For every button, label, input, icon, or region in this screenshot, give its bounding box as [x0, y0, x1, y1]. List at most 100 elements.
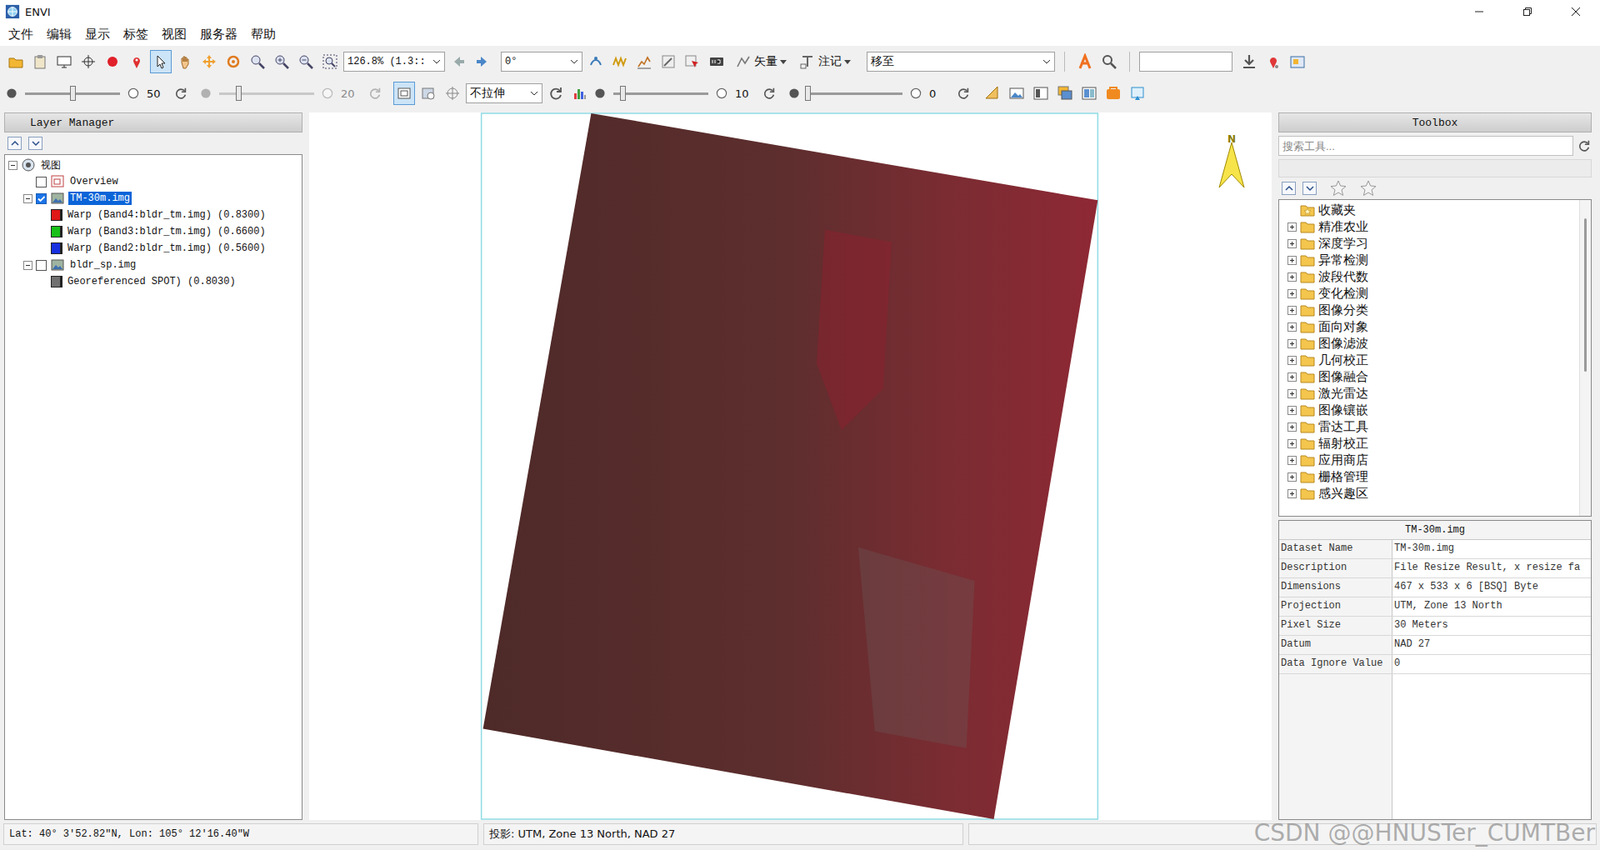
display-tool-button[interactable] — [1005, 81, 1028, 105]
view-tool-button[interactable] — [393, 81, 415, 105]
layer-item[interactable]: TM-30m.img — [5, 190, 302, 207]
rotation-combo[interactable]: 0° — [500, 51, 583, 72]
zoom-combo[interactable]: 126.8% (1.3:: — [343, 51, 445, 72]
tool-button[interactable] — [1286, 50, 1309, 74]
star-icon[interactable] — [1360, 180, 1377, 197]
tool-button[interactable] — [246, 50, 269, 74]
layer-item[interactable]: bldr_sp.img — [5, 256, 302, 274]
expand-toggle[interactable] — [1287, 389, 1297, 399]
toolbox-folder[interactable]: 图像镶嵌 — [1287, 401, 1580, 419]
tool-button[interactable] — [1262, 50, 1285, 74]
close-button[interactable] — [1551, 0, 1600, 24]
toolbox-search[interactable] — [1278, 135, 1574, 156]
scroll-thumb[interactable] — [1584, 218, 1587, 372]
expand-toggle[interactable] — [1287, 372, 1297, 382]
slider[interactable] — [219, 92, 315, 95]
history-button[interactable] — [471, 50, 494, 74]
toolbox-folder[interactable]: 精准农业 — [1287, 218, 1580, 235]
layer-item[interactable]: 视图 — [5, 156, 302, 174]
tool-button[interactable] — [150, 50, 172, 74]
expand-toggle[interactable] — [1287, 455, 1297, 465]
expand-toggle[interactable] — [1287, 222, 1297, 232]
restore-button[interactable] — [1503, 0, 1552, 24]
display-tool-button[interactable] — [1054, 81, 1076, 105]
display-tool-button[interactable] — [981, 81, 1004, 105]
expand-toggle[interactable] — [1287, 305, 1297, 315]
toolbox-folder[interactable]: 应用商店 — [1287, 451, 1580, 469]
menu-item[interactable]: 编辑 — [40, 25, 79, 45]
layer-checkbox[interactable] — [35, 193, 47, 205]
layer-checkbox[interactable] — [35, 176, 47, 188]
tool-button[interactable] — [29, 50, 51, 74]
expand-toggle[interactable] — [1287, 339, 1297, 349]
star-icon[interactable] — [1330, 180, 1347, 197]
history-button[interactable] — [447, 50, 470, 74]
slider-thumb[interactable] — [620, 85, 626, 101]
layer-item[interactable]: Overview — [5, 173, 302, 190]
toolbox-folder[interactable]: 面向对象 — [1287, 318, 1580, 335]
tool-button[interactable] — [705, 50, 728, 74]
stretch-combo[interactable]: 不拉伸 — [465, 83, 543, 104]
slider-thumb[interactable] — [805, 85, 811, 101]
toolbox-folder[interactable]: 几何校正 — [1287, 351, 1580, 369]
menu-item[interactable]: 标签 — [116, 25, 155, 45]
toolbox-folder[interactable]: 图像滤波 — [1287, 335, 1580, 352]
expand-toggle[interactable] — [1287, 289, 1297, 299]
refresh-icon[interactable] — [173, 85, 189, 101]
display-tool-button[interactable] — [1078, 81, 1100, 105]
expand-toggle[interactable] — [23, 194, 33, 204]
tool-button[interactable] — [77, 50, 100, 74]
map-view[interactable]: N — [309, 112, 1272, 820]
expand-toggle[interactable] — [1287, 355, 1297, 365]
expand-button[interactable] — [1302, 181, 1317, 195]
tool-button[interactable] — [657, 50, 680, 74]
layer-item[interactable]: Georeferenced SPOT) (0.8030) — [5, 273, 302, 290]
toolbox-folder[interactable]: 变化检测 — [1287, 285, 1580, 302]
layer-checkbox[interactable] — [35, 260, 47, 271]
expand-toggle[interactable] — [1287, 489, 1297, 499]
tool-button[interactable] — [198, 50, 220, 74]
refresh-icon[interactable] — [367, 85, 383, 101]
display-tool-button[interactable] — [1102, 81, 1125, 105]
layer-item[interactable]: Warp (Band3:bldr_tm.img) (0.6600) — [5, 223, 302, 240]
tool-button[interactable] — [633, 50, 655, 74]
vector-dropdown[interactable]: 矢量 — [730, 53, 792, 70]
stretch-tool-button[interactable] — [569, 81, 591, 105]
stretch-tool-button[interactable] — [545, 81, 567, 105]
collapse-button[interactable] — [1281, 181, 1296, 195]
tool-button[interactable] — [681, 50, 704, 74]
tool-button[interactable] — [319, 50, 341, 74]
expand-toggle[interactable] — [1287, 422, 1297, 432]
toolbox-folder[interactable]: 激光雷达 — [1287, 385, 1580, 402]
toolbox-folder[interactable]: 异常检测 — [1287, 251, 1580, 269]
slider-value[interactable]: 0 — [927, 85, 951, 102]
toolbox-folder[interactable]: 辐射校正 — [1287, 435, 1580, 452]
annotation-dropdown[interactable]: 注记 — [794, 53, 856, 70]
toolbox-folder[interactable]: 波段代数 — [1287, 268, 1580, 285]
menu-item[interactable]: 文件 — [1, 25, 40, 45]
menu-item[interactable]: 服务器 — [193, 25, 245, 45]
tool-button[interactable] — [101, 50, 124, 74]
slider-thumb[interactable] — [235, 85, 242, 101]
expand-button[interactable] — [28, 136, 43, 150]
tool-button[interactable] — [1074, 50, 1096, 74]
slider[interactable] — [807, 92, 903, 95]
layer-item[interactable]: Warp (Band4:bldr_tm.img) (0.8300) — [5, 206, 302, 224]
view-tool-button[interactable] — [417, 81, 440, 105]
collapse-button[interactable] — [7, 136, 22, 150]
tool-button[interactable] — [585, 50, 607, 74]
tool-button[interactable] — [53, 50, 75, 74]
expand-toggle[interactable] — [1287, 439, 1297, 449]
expand-toggle[interactable] — [1287, 472, 1297, 482]
slider-thumb[interactable] — [70, 85, 76, 101]
expand-toggle[interactable] — [1287, 272, 1297, 282]
slider[interactable] — [613, 92, 709, 95]
slider-value[interactable]: 10 — [733, 85, 757, 102]
slider-value[interactable]: 50 — [145, 85, 169, 102]
tool-button[interactable] — [1238, 50, 1260, 74]
view-tool-button[interactable] — [441, 81, 464, 105]
expand-toggle[interactable] — [1287, 322, 1297, 332]
slider[interactable] — [25, 92, 120, 95]
toolbox-folder[interactable]: 深度学习 — [1287, 235, 1580, 252]
toolbox-folder[interactable]: 收藏夹 — [1287, 201, 1580, 219]
